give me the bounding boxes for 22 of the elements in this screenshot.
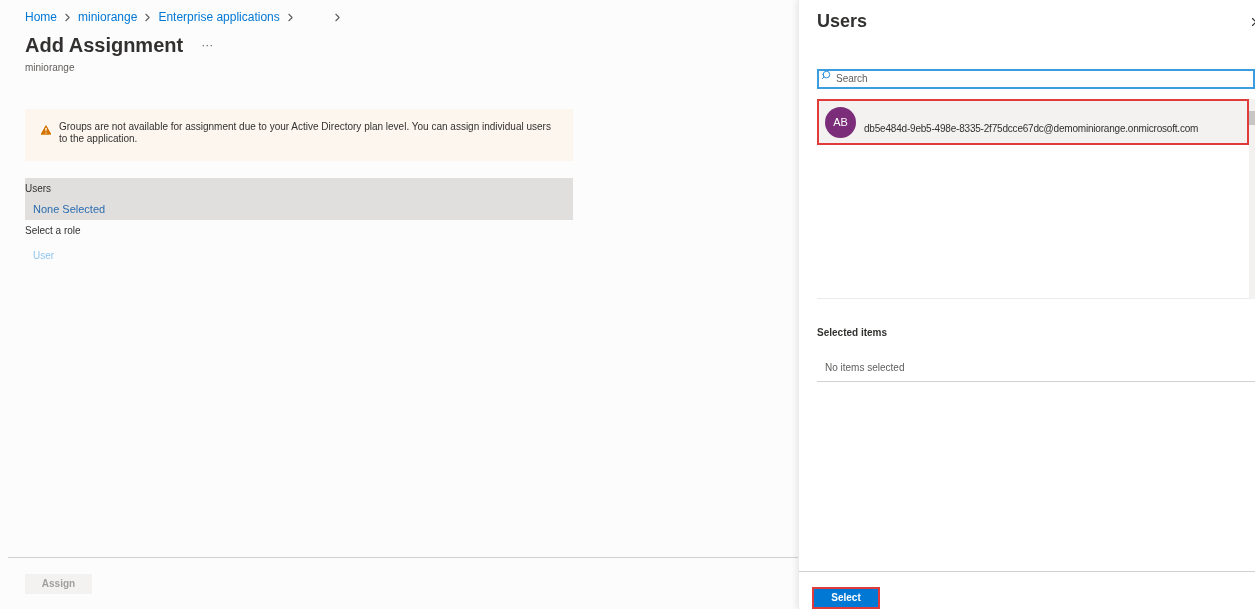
field-label: Users [25,182,53,196]
breadcrumb-link[interactable]: Home [25,8,57,26]
warning-icon [39,123,53,137]
empty-message: No items selected [817,360,1255,382]
user-avatar: AB [825,106,856,138]
search-icon [821,70,831,80]
warning-text: Groups are not available for assignment due to your Active Directory plan level. You can assign individual users to the application. [59,121,552,145]
page-subtitle: miniorange [25,61,76,75]
field-label: Select a role [25,224,82,238]
none-selected-link[interactable]: None Selected [25,200,573,217]
user-result-row[interactable]: AB db5e484d-9eb5-498e-8335-2f75dcce67dc@demominiorange.onmicrosoft.com [817,99,1249,145]
panel-title: Users [817,10,868,33]
user-email: db5e484d-9eb5-498e-8335-2f75dcce67dc@demominiorange.onmicrosoft.com [864,121,1199,136]
select-button[interactable]: Select [812,586,880,609]
scrollbar[interactable] [1249,99,1255,299]
breadcrumb-link[interactable]: miniorange [78,8,138,26]
search-field[interactable]: Search [817,68,1255,89]
page-title: Add Assignment [25,33,184,58]
section-heading: Selected items [817,326,889,340]
breadcrumb-link[interactable]: Enterprise applications [158,8,280,26]
users-field[interactable]: Users None Selected [25,178,573,220]
more-button[interactable]: ··· [201,36,214,54]
